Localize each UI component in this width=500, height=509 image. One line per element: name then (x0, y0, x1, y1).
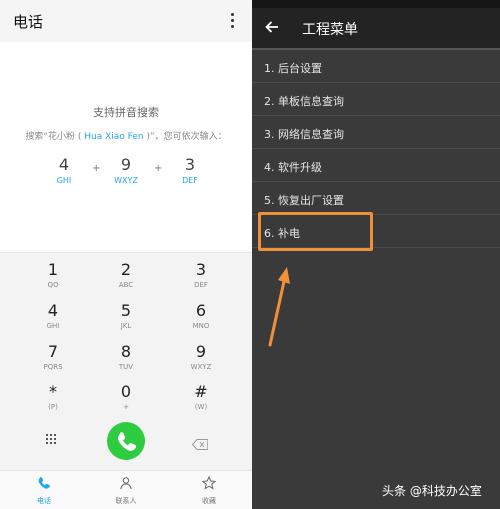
engineering-menu-screen: 工程菜单 1. 后台设置 2. 单板信息查询 3. 网络信息查询 4. 软件升级… (252, 0, 500, 509)
dial-key-7[interactable]: 7 PQRS (18, 343, 88, 381)
phone-icon (38, 477, 50, 489)
dial-key-hash[interactable]: # (W) (166, 383, 236, 421)
nav-tab-phone[interactable]: 电话 (14, 475, 74, 506)
pinyin-search-hint-line: 搜索“花小粉 ( Hua Xiao Fen )”，您可依次输入： (0, 129, 252, 142)
pinyin-search-hint-title: 支持拼音搜索 (93, 106, 159, 119)
bottom-navigation: 电话 联系人 收藏 (0, 470, 252, 509)
hint-digit-sequence: 4 GHI + 9 WXYZ + 3 DEF (0, 155, 252, 195)
pointer-arrow-annotation (268, 267, 290, 347)
dial-key-6[interactable]: 6 MNO (166, 302, 236, 340)
nav-tab-contacts[interactable]: 联系人 (96, 475, 156, 506)
search-hint-area (0, 42, 252, 250)
dial-key-star[interactable]: * (P) (18, 383, 88, 421)
star-icon (201, 475, 217, 490)
dialpad-toggle-icon[interactable] (46, 434, 58, 446)
dial-key-0[interactable]: 0 + (91, 383, 161, 421)
dial-key-4[interactable]: 4 GHI (18, 302, 88, 340)
hint-digit: 3 DEF (182, 155, 198, 185)
hint-prefix: 搜索“花小粉 ( (25, 132, 82, 142)
dialer-title: 电话 (13, 13, 44, 31)
dial-key-8[interactable]: 8 TUV (91, 343, 161, 381)
call-button[interactable] (107, 422, 145, 460)
phone-call-icon (118, 432, 136, 451)
dial-key-9[interactable]: 9 WXYZ (166, 343, 236, 381)
watermark: 头条 @科技办公室 (382, 484, 482, 498)
dialer-app-bar: 电话 (0, 0, 252, 42)
plus-sign: + (154, 163, 163, 174)
dial-key-5[interactable]: 5 JKL (91, 302, 161, 340)
hint-digit: 4 GHI (56, 155, 72, 185)
dialer-screen: 电话 支持拼音搜索 搜索“花小粉 ( Hua Xiao Fen )”，您可依次输… (0, 0, 252, 509)
dial-key-2[interactable]: 2 ABC (91, 261, 161, 299)
hint-pinyin: Hua Xiao Fen (81, 132, 147, 142)
dial-key-3[interactable]: 3 DEF (166, 261, 236, 299)
hint-suffix: )”，您可依次输入： (146, 132, 227, 142)
backspace-icon[interactable] (191, 435, 209, 454)
contacts-icon (120, 477, 132, 490)
more-options-icon[interactable] (226, 11, 238, 31)
dial-key-1[interactable]: 1 QO (18, 261, 88, 299)
plus-sign: + (92, 163, 101, 174)
nav-tab-favorites[interactable]: 收藏 (179, 475, 239, 506)
hint-digit: 9 WXYZ (114, 155, 138, 185)
